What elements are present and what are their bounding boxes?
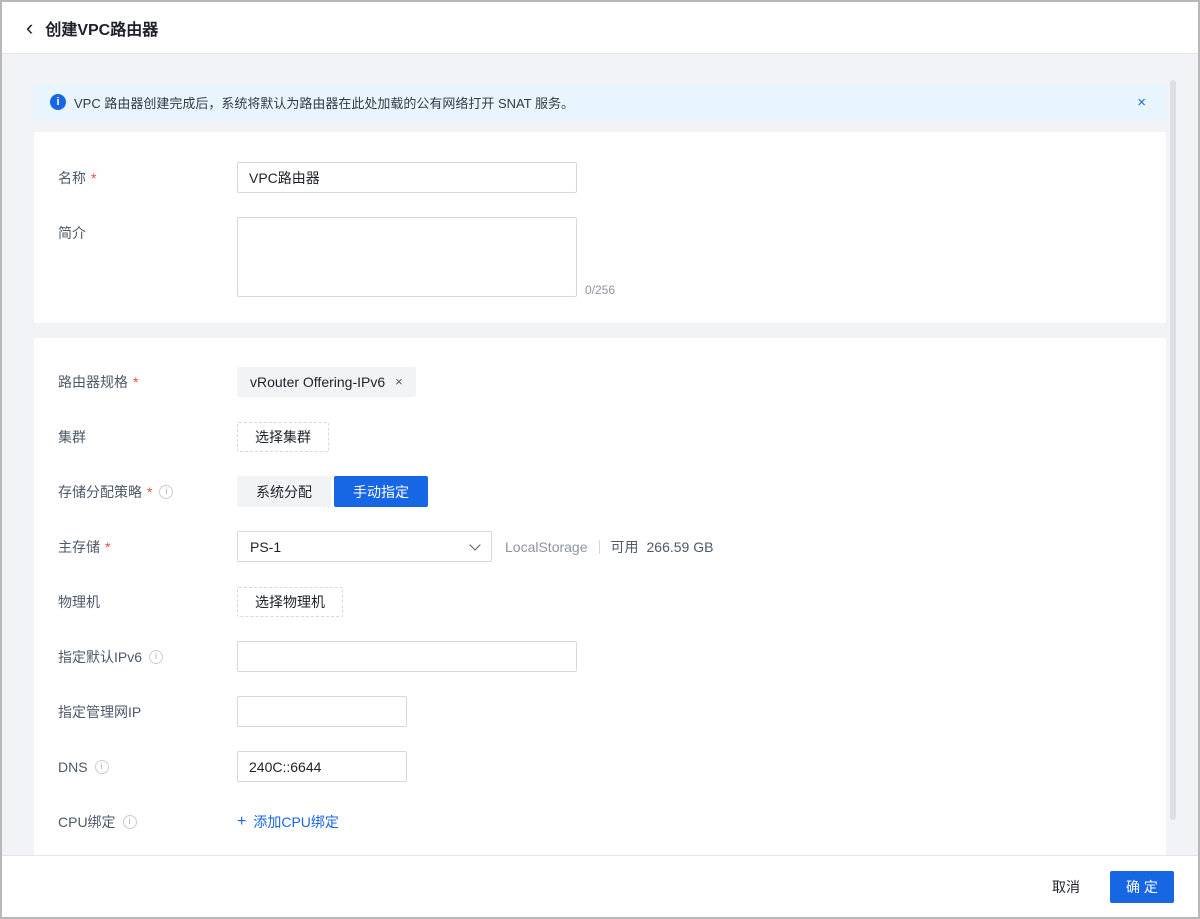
create-vpc-router-page: ‹ 创建VPC路由器 i VPC 路由器创建完成后，系统将默认为路由器在此处加载… — [0, 0, 1200, 919]
snat-info-banner: i VPC 路由器创建完成后，系统将默认为路由器在此处加载的公有网络打开 SNA… — [34, 84, 1166, 120]
storage-policy-row: 存储分配策略 * i 系统分配 手动指定 — [58, 476, 1142, 507]
offering-label: 路由器规格 * — [58, 366, 237, 397]
page-title: 创建VPC路由器 — [45, 16, 158, 40]
storage-policy-option-system[interactable]: 系统分配 — [237, 476, 331, 507]
offering-row: 路由器规格 * vRouter Offering-IPv6 × — [58, 366, 1142, 397]
required-star: * — [133, 374, 138, 390]
info-icon: i — [50, 94, 66, 110]
default-ipv6-label: 指定默认IPv6 i — [58, 641, 237, 672]
cluster-label: 集群 — [58, 421, 237, 452]
required-star: * — [105, 539, 110, 555]
form-scroll-area: i VPC 路由器创建完成后，系统将默认为路由器在此处加载的公有网络打开 SNA… — [2, 54, 1198, 855]
description-textarea[interactable] — [237, 217, 577, 297]
form-footer: 取消 确 定 — [2, 855, 1198, 917]
chevron-down-icon — [469, 539, 480, 550]
storage-policy-info-icon: i — [159, 485, 173, 499]
dns-input[interactable] — [237, 751, 407, 782]
storage-policy-segment: 系统分配 手动指定 — [237, 476, 428, 507]
dns-label: DNS i — [58, 751, 237, 782]
config-card: 路由器规格 * vRouter Offering-IPv6 × 集群 选择集群 — [34, 338, 1166, 855]
storage-policy-label: 存储分配策略 * i — [58, 476, 237, 507]
description-char-counter: 0/256 — [585, 283, 615, 297]
cancel-button[interactable]: 取消 — [1052, 877, 1080, 897]
cpu-pinning-row: CPU绑定 i + 添加CPU绑定 — [58, 806, 1142, 837]
plus-icon: + — [237, 814, 246, 830]
mgmt-ip-label-text: 指定管理网IP — [58, 702, 141, 722]
select-cluster-button[interactable]: 选择集群 — [237, 422, 329, 452]
name-row: 名称 * — [58, 162, 1142, 193]
page-header: ‹ 创建VPC路由器 — [2, 2, 1198, 54]
host-label: 物理机 — [58, 586, 237, 617]
default-ipv6-label-text: 指定默认IPv6 — [58, 647, 142, 667]
add-cpu-pinning-link[interactable]: + 添加CPU绑定 — [237, 812, 339, 832]
dns-info-icon: i — [95, 760, 109, 774]
required-star: * — [147, 484, 152, 500]
default-ipv6-info-icon: i — [149, 650, 163, 664]
meta-divider — [599, 540, 600, 554]
primary-storage-label: 主存储 * — [58, 531, 237, 562]
back-icon[interactable]: ‹ — [26, 17, 33, 39]
offering-tag-remove-icon[interactable]: × — [395, 374, 403, 389]
banner-text: VPC 路由器创建完成后，系统将默认为路由器在此处加载的公有网络打开 SNAT … — [74, 93, 574, 112]
description-label-text: 简介 — [58, 223, 86, 243]
banner-close-icon[interactable]: × — [1133, 94, 1150, 111]
cpu-pinning-info-icon: i — [123, 815, 137, 829]
mgmt-ip-label: 指定管理网IP — [58, 696, 237, 727]
add-cpu-pinning-link-text: 添加CPU绑定 — [253, 812, 339, 832]
cpu-pinning-label-text: CPU绑定 — [58, 812, 116, 832]
storage-policy-option-manual[interactable]: 手动指定 — [334, 476, 428, 507]
cluster-row: 集群 选择集群 — [58, 421, 1142, 452]
primary-storage-row: 主存储 * PS-1 LocalStorage 可用 266.59 GB — [58, 531, 1142, 562]
primary-storage-select[interactable]: PS-1 — [237, 531, 492, 562]
dns-row: DNS i — [58, 751, 1142, 782]
host-label-text: 物理机 — [58, 592, 100, 612]
select-host-button[interactable]: 选择物理机 — [237, 587, 343, 617]
primary-storage-type: LocalStorage — [505, 539, 588, 555]
cpu-pinning-label: CPU绑定 i — [58, 806, 237, 837]
basic-info-card: 名称 * 简介 0/256 — [34, 132, 1166, 323]
mgmt-ip-input[interactable] — [237, 696, 407, 727]
confirm-button[interactable]: 确 定 — [1110, 871, 1174, 903]
offering-label-text: 路由器规格 — [58, 372, 128, 392]
description-label: 简介 — [58, 217, 237, 248]
offering-tag: vRouter Offering-IPv6 × — [237, 367, 416, 397]
name-label: 名称 * — [58, 162, 237, 193]
available-label: 可用 — [611, 537, 639, 557]
cluster-label-text: 集群 — [58, 427, 86, 447]
name-input[interactable] — [237, 162, 577, 193]
offering-tag-text: vRouter Offering-IPv6 — [250, 374, 385, 390]
default-ipv6-row: 指定默认IPv6 i — [58, 641, 1142, 672]
primary-storage-label-text: 主存储 — [58, 537, 100, 557]
description-row: 简介 0/256 — [58, 217, 1142, 297]
required-star: * — [91, 170, 96, 186]
host-row: 物理机 选择物理机 — [58, 586, 1142, 617]
mgmt-ip-row: 指定管理网IP — [58, 696, 1142, 727]
primary-storage-selected-value: PS-1 — [250, 539, 281, 555]
default-ipv6-input[interactable] — [237, 641, 577, 672]
dns-label-text: DNS — [58, 759, 88, 775]
primary-storage-meta: LocalStorage 可用 266.59 GB — [505, 537, 713, 557]
name-label-text: 名称 — [58, 168, 86, 188]
available-value: 266.59 GB — [647, 539, 714, 555]
storage-policy-label-text: 存储分配策略 — [58, 482, 142, 502]
vertical-scrollbar[interactable] — [1170, 80, 1176, 820]
